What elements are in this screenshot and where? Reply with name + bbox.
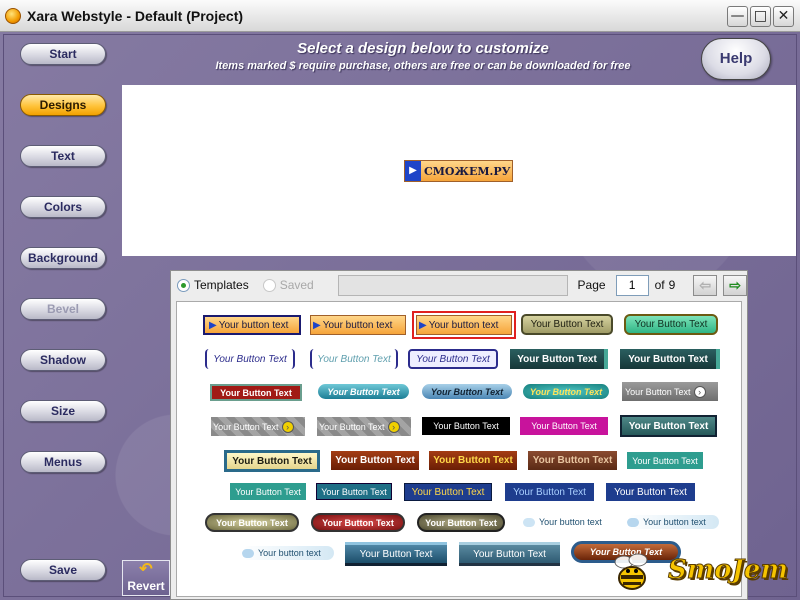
template-button[interactable]: Your Button Text	[422, 417, 510, 435]
template-button[interactable]: Your Button Text	[606, 483, 695, 501]
radio-dot	[262, 278, 276, 292]
nav-text-button[interactable]: Text	[20, 145, 106, 167]
template-button[interactable]: Your Button Text	[230, 483, 306, 500]
xara-app-icon	[5, 7, 21, 24]
minimize-button[interactable]: —	[727, 6, 748, 27]
template-button[interactable]: Your Button Text	[505, 483, 594, 501]
template-button[interactable]: ▶ Your button text	[203, 315, 301, 335]
template-button[interactable]: Your Button Text	[316, 483, 392, 500]
nav-bevel-button[interactable]: Bevel	[20, 298, 106, 320]
page-total: 9	[668, 278, 676, 292]
templates-toolbar: Templates Saved Page 1 of 9 ⇦ ⇨	[171, 271, 748, 299]
pill-icon	[627, 517, 639, 527]
next-page-button[interactable]: ⇨	[723, 274, 748, 296]
maximize-button[interactable]: □	[750, 6, 771, 27]
template-button[interactable]: Your Button Text	[345, 542, 447, 566]
templates-panel: Templates Saved Page 1 of 9 ⇦ ⇨ ▶ Your bu…	[170, 270, 748, 600]
arrow-left-icon: ⇦	[699, 276, 712, 293]
template-button[interactable]: Your button text	[627, 515, 719, 529]
nav-menus-button[interactable]: Menus	[20, 451, 106, 473]
template-button[interactable]: Your Button Text	[205, 349, 295, 369]
template-button[interactable]: Your button text	[242, 546, 334, 560]
template-button[interactable]: Your Button Text	[620, 415, 717, 437]
nav-size-button[interactable]: Size	[20, 400, 106, 422]
nav-start-button[interactable]: Start	[20, 43, 106, 65]
close-button[interactable]: ✕	[773, 6, 794, 27]
template-button[interactable]: Your Button Text	[459, 542, 560, 566]
window-title: Xara Webstyle - Default (Project)	[27, 7, 244, 24]
template-button[interactable]: Your Button Text	[331, 451, 419, 470]
play-arrow-icon: ▶	[209, 319, 217, 331]
template-button[interactable]: Your Button Text ›	[317, 417, 411, 436]
page-label: Page	[577, 278, 606, 292]
template-button[interactable]: Your Button Text ›	[622, 382, 718, 401]
template-button[interactable]: Your Button Text	[521, 314, 613, 335]
nav-shadow-button[interactable]: Shadow	[20, 349, 106, 371]
template-button[interactable]: Your Button Text	[311, 513, 405, 532]
watermark-text: SmoJem	[668, 555, 789, 586]
nav-background-button[interactable]: Background	[20, 247, 106, 269]
arrow-right-icon: ⇨	[729, 276, 741, 293]
main-area: Start Designs Text Colors Background Bev…	[0, 32, 800, 600]
template-button[interactable]: Your Button Text	[429, 451, 517, 470]
template-button[interactable]: Your Button Text	[210, 384, 302, 401]
play-arrow-icon: ▶	[419, 319, 427, 331]
template-button[interactable]: Your Button Text	[520, 417, 608, 435]
template-button-selected[interactable]: ▶ Your button text	[412, 311, 516, 339]
previous-page-button[interactable]: ⇦	[693, 274, 718, 296]
template-button[interactable]: Your Button Text	[408, 349, 498, 369]
template-button[interactable]: Your Button Text	[205, 513, 299, 532]
revert-label: Revert	[127, 579, 165, 593]
bee-mascot-icon	[614, 553, 648, 590]
template-button[interactable]: Your Button Text	[318, 384, 409, 399]
revert-button[interactable]: ↶ Revert	[122, 560, 170, 596]
template-button[interactable]: Your Button Text	[224, 450, 320, 472]
play-arrow-icon: ▶	[405, 161, 421, 181]
preview-button[interactable]: ▶ СМОЖЕМ.РУ	[404, 160, 513, 182]
template-button[interactable]: Your Button Text	[627, 452, 703, 469]
save-button[interactable]: Save	[20, 559, 106, 581]
template-name-field	[337, 274, 568, 296]
template-grid: ▶ Your button text ▶ Your button text ▶ You…	[176, 301, 742, 597]
arrow-circle-icon: ›	[387, 420, 400, 433]
radio-dot-checked	[177, 278, 190, 292]
templates-radio[interactable]: Templates	[177, 278, 249, 292]
template-button[interactable]: Your Button Text	[422, 384, 512, 399]
template-button[interactable]: Your Button Text	[620, 349, 720, 369]
page-number-input[interactable]: 1	[615, 274, 649, 296]
template-button[interactable]: ▶ Your button text	[310, 315, 406, 335]
template-button[interactable]: Your Button Text	[523, 384, 609, 399]
nav-colors-button[interactable]: Colors	[20, 196, 106, 218]
arrow-circle-icon: ›	[281, 420, 294, 433]
saved-radio-label: Saved	[279, 278, 314, 292]
arrow-circle-icon: ›	[693, 385, 706, 398]
template-button[interactable]: Your Button Text ›	[211, 417, 305, 436]
template-button[interactable]: Your button text	[523, 515, 615, 529]
pill-icon	[523, 517, 535, 527]
nav-designs-button[interactable]: Designs	[20, 94, 106, 116]
template-button[interactable]: Your Button Text	[624, 314, 718, 335]
title-bar: Xara Webstyle - Default (Project) — □ ✕	[0, 0, 800, 32]
page-heading: Select a design below to customize	[297, 40, 549, 57]
design-preview: ▶ СМОЖЕМ.РУ	[122, 85, 796, 256]
play-arrow-icon: ▶	[313, 319, 321, 331]
pill-icon	[242, 548, 254, 558]
template-button[interactable]: Your Button Text	[310, 349, 398, 369]
saved-radio[interactable]: Saved	[262, 278, 314, 292]
template-button[interactable]: Your Button Text	[417, 513, 505, 532]
templates-radio-label: Templates	[194, 278, 249, 292]
template-button[interactable]: Your Button Text	[528, 451, 617, 470]
page-of-label: of	[654, 278, 665, 292]
help-button[interactable]: Help	[701, 38, 771, 80]
undo-arrow-icon: ↶	[139, 561, 153, 578]
template-button[interactable]: Your Button Text	[510, 349, 608, 369]
preview-button-label: СМОЖЕМ.РУ	[424, 164, 511, 178]
page-subheading: Items marked $ require purchase, others …	[215, 60, 631, 72]
template-button[interactable]: Your Button Text	[404, 483, 492, 501]
